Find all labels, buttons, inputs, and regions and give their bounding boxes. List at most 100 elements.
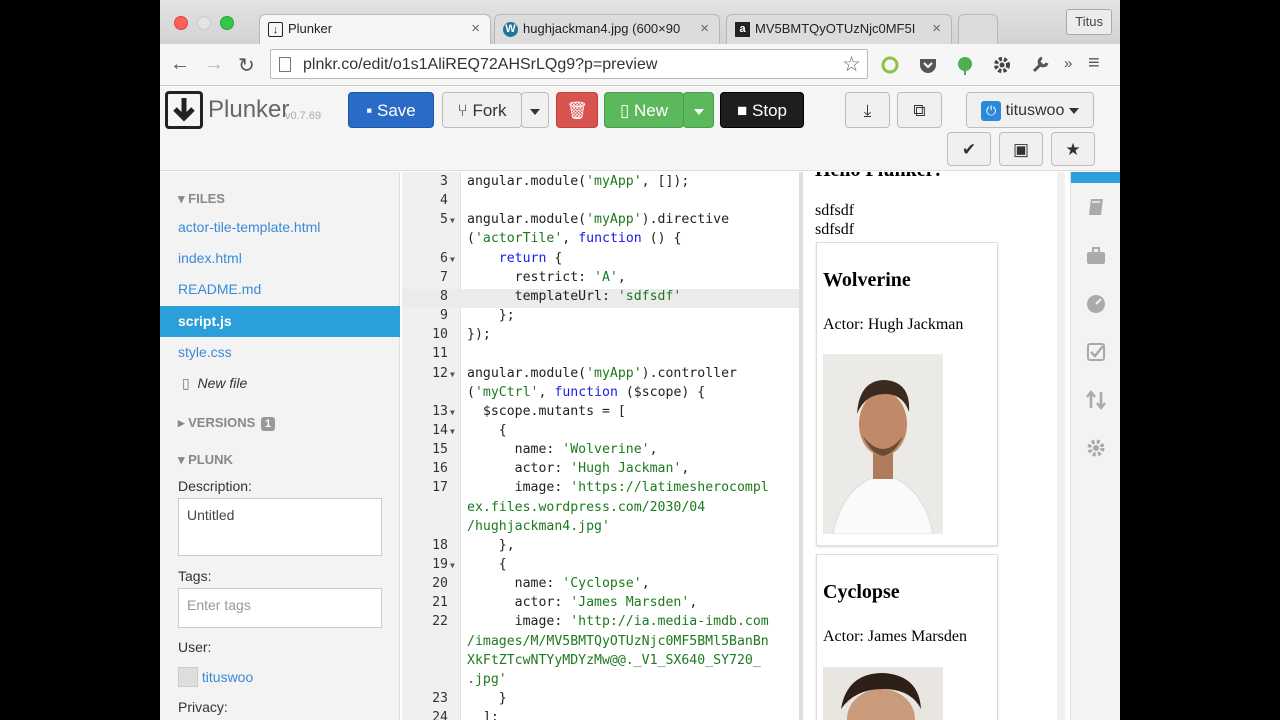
gear-icon[interactable] xyxy=(1085,437,1107,459)
code-line[interactable]: /hughjackman4.jpg' xyxy=(402,519,803,538)
chevron-down-icon xyxy=(693,108,704,115)
settings-gear-icon[interactable] xyxy=(992,55,1012,75)
file-item[interactable]: style.css xyxy=(160,337,400,368)
fork-dropdown-button[interactable] xyxy=(521,92,549,128)
code-line[interactable]: 4 xyxy=(402,193,803,212)
file-item[interactable]: index.html xyxy=(160,243,400,274)
book-icon[interactable] xyxy=(1085,196,1107,218)
code-line[interactable]: 24 ]; xyxy=(402,710,803,720)
tab-plunker[interactable]: ↓ Plunker × xyxy=(259,14,491,44)
code-text: angular.module('myApp', []); xyxy=(467,174,690,189)
close-tab-icon[interactable]: × xyxy=(471,20,480,37)
more-extensions-icon[interactable]: » xyxy=(1064,55,1072,72)
file-item[interactable]: README.md xyxy=(160,274,400,305)
code-line[interactable]: 20 name: 'Cyclopse', xyxy=(402,576,803,595)
url-field[interactable]: plnkr.co/edit/o1s1AliREQ72AHSrLQg9?p=pre… xyxy=(270,49,868,79)
code-line[interactable]: 8 templateUrl: 'sdfsdf' xyxy=(402,288,803,308)
close-tab-icon[interactable]: × xyxy=(932,20,941,37)
delete-button[interactable]: 🗑 xyxy=(556,92,598,128)
file-item-active[interactable]: script.js xyxy=(160,306,400,337)
code-line[interactable]: 19 ▼ { xyxy=(402,557,803,576)
stop-button[interactable]: ■ Stop xyxy=(720,92,804,128)
code-line[interactable]: 11 xyxy=(402,346,803,365)
wrench-extension-icon[interactable] xyxy=(1030,55,1050,75)
favorite-button[interactable]: ★ xyxy=(1051,132,1095,166)
code-editor[interactable]: 3 angular.module('myApp', []); 4 5 ▼ angular.… xyxy=(402,172,803,720)
code-line[interactable]: 6 ▼ return { xyxy=(402,251,803,270)
code-line[interactable]: 12 ▼ angular.module('myApp').controller xyxy=(402,366,803,385)
check-button[interactable]: ✔ xyxy=(947,132,991,166)
code-line[interactable]: 5 ▼ angular.module('myApp').directive xyxy=(402,212,803,231)
close-window-button[interactable] xyxy=(174,16,188,30)
profile-button[interactable]: Titus xyxy=(1066,9,1112,35)
minimize-window-button[interactable] xyxy=(197,16,211,30)
code-line[interactable]: .jpg' xyxy=(402,672,803,691)
new-tab-button[interactable] xyxy=(958,14,998,44)
code-line[interactable]: ex.files.wordpress.com/2030/04 xyxy=(402,500,803,519)
code-line[interactable]: 17 image: 'https://latimesherocompl xyxy=(402,480,803,499)
code-line[interactable]: XkFtZTcwNTYyMDYzMw@@._V1_SX640_SY720_ xyxy=(402,653,803,672)
download-button[interactable]: ⤓ xyxy=(845,92,890,128)
fork-button[interactable]: ⑂ Fork xyxy=(442,92,522,128)
briefcase-icon[interactable] xyxy=(1085,245,1107,267)
versions-heading[interactable]: ▸ VERSIONS 1 xyxy=(178,415,276,431)
tab-mv5bmtq[interactable]: a MV5BMTQyOTUzNjc0MF5I × xyxy=(726,14,952,44)
bookmark-star-icon[interactable]: ☆ xyxy=(842,52,861,77)
fold-arrow-icon[interactable]: ▼ xyxy=(450,408,455,417)
code-line[interactable]: 3 angular.module('myApp', []); xyxy=(402,174,803,193)
reload-icon[interactable]: ↻ xyxy=(238,53,255,78)
new-file-link[interactable]: ▯ New file xyxy=(160,368,400,399)
code-line[interactable]: 13 ▼ $scope.mutants = [ xyxy=(402,404,803,423)
code-line[interactable]: 15 name: 'Wolverine', xyxy=(402,442,803,461)
code-line[interactable]: 23 } xyxy=(402,691,803,710)
transfer-icon[interactable] xyxy=(1085,389,1107,411)
open-external-button[interactable]: ⧉ xyxy=(897,92,942,128)
fold-arrow-icon[interactable]: ▼ xyxy=(450,370,455,379)
extension-ring-icon[interactable] xyxy=(880,55,900,75)
plunk-heading[interactable]: ▾ PLUNK xyxy=(178,452,233,468)
files-heading[interactable]: ▾ FILES xyxy=(178,191,225,207)
close-tab-icon[interactable]: × xyxy=(700,20,709,37)
code-line[interactable]: 9 }; xyxy=(402,308,803,327)
file-icon: ▯ xyxy=(182,375,190,391)
logo-name[interactable]: Plunker xyxy=(208,96,289,124)
code-line[interactable]: ('actorTile', function () { xyxy=(402,231,803,250)
file-item[interactable]: actor-tile-template.html xyxy=(160,212,400,243)
dashboard-icon[interactable] xyxy=(1085,293,1107,315)
fold-arrow-icon[interactable]: ▼ xyxy=(450,216,455,225)
code-text: /images/M/MV5BMTQyOTUzNjc0MF5BMl5BanBn xyxy=(467,633,769,649)
fold-arrow-icon[interactable]: ▼ xyxy=(450,561,455,570)
checkbox-icon[interactable] xyxy=(1085,341,1107,363)
code-line[interactable]: /images/M/MV5BMTQyOTUzNjc0MF5BMl5BanBn xyxy=(402,634,803,653)
new-button[interactable]: ▯ New xyxy=(604,92,684,128)
tab-hughjackman[interactable]: W hughjackman4.jpg (600×90 × xyxy=(494,14,720,44)
user-link[interactable]: tituswoo xyxy=(202,669,253,685)
editor-scrollbar[interactable] xyxy=(799,172,803,720)
zoom-window-button[interactable] xyxy=(220,16,234,30)
line-number: 16 xyxy=(432,461,448,477)
tags-input[interactable]: Enter tags xyxy=(178,588,382,628)
code-line[interactable]: 21 actor: 'James Marsden', xyxy=(402,595,803,614)
preview-scrollbar[interactable] xyxy=(1057,172,1065,720)
green-dot-extension-icon[interactable] xyxy=(955,55,975,75)
toolbox-button[interactable]: ▣ xyxy=(999,132,1043,166)
menu-hamburger-icon[interactable]: ≡ xyxy=(1088,52,1100,75)
new-dropdown-button[interactable] xyxy=(683,92,714,128)
code-line[interactable]: 18 }, xyxy=(402,538,803,557)
user-menu-button[interactable]: ⏻ tituswoo xyxy=(966,92,1094,128)
fold-arrow-icon[interactable]: ▼ xyxy=(450,427,455,436)
code-line[interactable]: 7 restrict: 'A', xyxy=(402,270,803,289)
code-line[interactable]: 22 image: 'http://ia.media-imdb.com xyxy=(402,614,803,633)
code-line[interactable]: 10}); xyxy=(402,327,803,346)
back-arrow-icon[interactable]: ← xyxy=(170,53,190,76)
save-button[interactable]: ▪ Save xyxy=(348,92,434,128)
forward-arrow-icon[interactable]: → xyxy=(204,53,224,76)
fold-arrow-icon[interactable]: ▼ xyxy=(450,255,455,264)
description-field[interactable]: Untitled xyxy=(178,498,382,556)
code-line[interactable]: ('myCtrl', function ($scope) { xyxy=(402,385,803,404)
pocket-icon[interactable] xyxy=(918,55,938,75)
code-text: angular.module('myApp').controller xyxy=(467,365,737,381)
plunker-logo-icon[interactable] xyxy=(165,91,203,129)
code-line[interactable]: 16 actor: 'Hugh Jackman', xyxy=(402,461,803,480)
code-line[interactable]: 14 ▼ { xyxy=(402,423,803,442)
